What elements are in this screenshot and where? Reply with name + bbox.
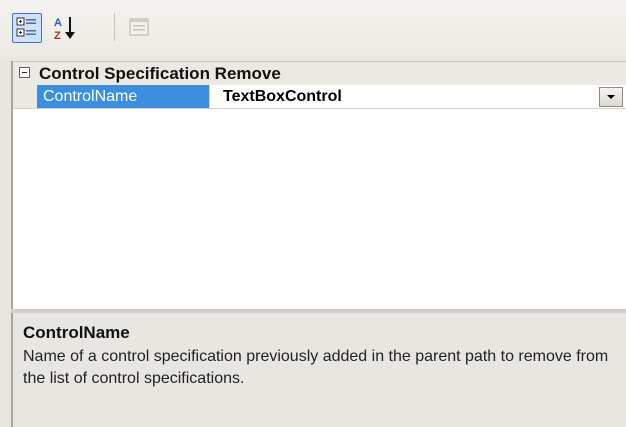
description-pane: ControlName Name of a control specificat…	[11, 313, 626, 427]
property-pages-button[interactable]	[124, 13, 154, 43]
row-gutter	[13, 85, 37, 108]
categorized-button[interactable]	[12, 13, 42, 43]
category-label: Control Specification Remove	[39, 64, 281, 83]
property-row[interactable]: ControlName TextBoxControl	[13, 85, 626, 109]
dropdown-arrow-icon[interactable]	[599, 87, 623, 107]
property-name[interactable]: ControlName	[37, 85, 209, 108]
property-pages-icon	[129, 18, 149, 36]
alphabetical-sort-button[interactable]: A Z	[50, 13, 80, 43]
svg-text:Z: Z	[54, 30, 61, 42]
svg-text:A: A	[54, 17, 62, 29]
property-grid: A Z Control Specification Remove Control…	[0, 0, 626, 427]
collapse-icon[interactable]	[19, 67, 30, 78]
property-grid-toolbar: A Z	[0, 0, 626, 58]
description-text: Name of a control specification previous…	[23, 348, 609, 387]
property-value[interactable]: TextBoxControl	[213, 85, 342, 108]
category-row[interactable]: Control Specification Remove	[13, 61, 626, 85]
property-grid-view[interactable]: Control Specification Remove ControlName…	[11, 61, 626, 309]
description-title: ControlName	[23, 323, 130, 342]
categorized-icon	[16, 17, 36, 37]
sort-alphabetical-icon: A Z	[54, 17, 75, 42]
column-divider[interactable]	[209, 85, 210, 108]
toolbar-separator	[114, 13, 115, 41]
